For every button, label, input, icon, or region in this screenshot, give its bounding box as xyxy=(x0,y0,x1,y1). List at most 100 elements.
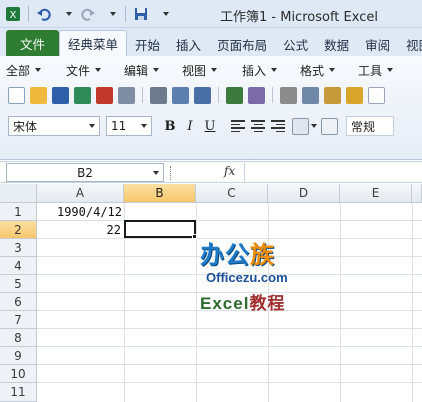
watermark-logo: 办公族 xyxy=(200,242,310,268)
svg-text:X: X xyxy=(10,10,17,21)
column-header-e[interactable]: E xyxy=(340,184,412,203)
cut-icon[interactable] xyxy=(280,86,297,104)
column-header-d[interactable]: D xyxy=(268,184,340,203)
classic-menu-bar: 全部 文件 编辑 视图 插入 格式 工具 xyxy=(6,60,408,80)
customize-qat-icon[interactable] xyxy=(154,5,172,23)
wrap-text-icon[interactable] xyxy=(321,117,338,135)
chevron-down-icon xyxy=(387,68,394,72)
tab-data[interactable]: 数据 xyxy=(316,32,357,56)
chevron-down-icon xyxy=(153,68,160,72)
window-title: 工作簿1 - Microsoft Excel xyxy=(220,10,378,25)
save-as-excel-icon[interactable] xyxy=(74,86,91,104)
separator xyxy=(28,6,29,22)
more-icon[interactable] xyxy=(368,86,385,104)
save-icon[interactable] xyxy=(52,86,69,104)
menu-all[interactable]: 全部 xyxy=(6,62,66,79)
cell-a2[interactable]: 22 xyxy=(40,221,121,239)
formula-bar: B2 fx xyxy=(0,161,422,183)
tab-page-layout[interactable]: 页面布局 xyxy=(209,32,275,56)
column-header-a[interactable]: A xyxy=(37,184,124,203)
print-preview-icon[interactable] xyxy=(172,86,189,104)
menu-edit[interactable]: 编辑 xyxy=(124,62,182,79)
menu-insert[interactable]: 插入 xyxy=(242,62,300,79)
undo-dropdown-icon[interactable] xyxy=(57,5,75,23)
active-cell-b2[interactable] xyxy=(124,220,196,238)
align-left-icon[interactable] xyxy=(228,116,248,136)
separator xyxy=(218,87,219,103)
row-header-4[interactable]: 4 xyxy=(0,257,37,275)
tab-formulas[interactable]: 公式 xyxy=(275,32,316,56)
menu-format[interactable]: 格式 xyxy=(300,62,358,79)
align-right-icon[interactable] xyxy=(268,116,288,136)
row-header-6[interactable]: 6 xyxy=(0,293,37,311)
column-header-c[interactable]: C xyxy=(196,184,268,203)
font-size-select[interactable]: 11 xyxy=(106,116,152,136)
menu-tools-label: 工具 xyxy=(358,63,383,78)
select-all-corner[interactable] xyxy=(0,184,37,203)
row-header-3[interactable]: 3 xyxy=(0,239,37,257)
align-center-icon[interactable] xyxy=(248,116,268,136)
row-header-10[interactable]: 10 xyxy=(0,365,37,383)
tab-home[interactable]: 开始 xyxy=(127,32,168,56)
tab-classic-menu[interactable]: 经典菜单 xyxy=(59,30,128,56)
tab-insert[interactable]: 插入 xyxy=(168,32,209,56)
tab-review[interactable]: 审阅 xyxy=(357,32,398,56)
row-header-1[interactable]: 1 xyxy=(0,203,37,221)
excel-app-icon[interactable]: X xyxy=(4,5,22,23)
copy-icon[interactable] xyxy=(302,86,319,104)
thesaurus-icon[interactable] xyxy=(248,86,265,104)
format-painter-icon[interactable] xyxy=(346,86,363,104)
tab-file[interactable]: 文件 xyxy=(6,30,60,56)
row-header-11[interactable]: 11 xyxy=(0,383,37,402)
separator xyxy=(272,87,273,103)
fill-handle[interactable] xyxy=(192,234,197,239)
italic-button[interactable]: I xyxy=(180,116,200,136)
save-as-pdf-icon[interactable] xyxy=(96,86,113,104)
row-header-2[interactable]: 2 xyxy=(0,221,37,239)
insert-function-icon[interactable]: fx xyxy=(224,164,235,178)
permission-icon[interactable] xyxy=(118,86,135,104)
save-icon[interactable] xyxy=(132,5,150,23)
print-icon[interactable] xyxy=(150,86,167,104)
name-box-value: B2 xyxy=(77,165,93,180)
menu-file[interactable]: 文件 xyxy=(66,62,124,79)
font-size-value: 11 xyxy=(111,119,127,133)
watermark-excel-tutorial: Excel教程 xyxy=(200,289,310,314)
chevron-down-icon xyxy=(271,68,278,72)
chevron-down-icon xyxy=(35,68,42,72)
bold-button[interactable]: B xyxy=(160,116,180,136)
column-header-f[interactable] xyxy=(412,184,422,203)
font-name-select[interactable]: 宋体 xyxy=(8,116,100,136)
gridline xyxy=(412,203,413,402)
tab-view[interactable]: 视图 xyxy=(398,32,422,56)
column-header-b[interactable]: B xyxy=(124,184,196,203)
redo-dropdown-icon[interactable] xyxy=(101,5,119,23)
name-box[interactable]: B2 xyxy=(6,163,164,182)
spelling-icon[interactable] xyxy=(226,86,243,104)
row-header-7[interactable]: 7 xyxy=(0,311,37,329)
research-icon[interactable] xyxy=(194,86,211,104)
chevron-down-icon xyxy=(153,171,159,175)
cell-a1[interactable]: 1990/4/12 xyxy=(40,203,122,221)
standard-toolbar xyxy=(8,84,385,106)
paste-icon[interactable] xyxy=(324,86,341,104)
menu-file-label: 文件 xyxy=(66,63,91,78)
open-folder-icon[interactable] xyxy=(30,86,47,104)
undo-icon[interactable] xyxy=(35,5,53,23)
menu-tools[interactable]: 工具 xyxy=(358,62,408,79)
formula-input[interactable] xyxy=(244,163,420,182)
number-format-select[interactable]: 常规 xyxy=(346,116,394,136)
menu-insert-label: 插入 xyxy=(242,63,267,78)
menu-view[interactable]: 视图 xyxy=(182,62,242,79)
merge-center-icon[interactable] xyxy=(292,117,309,135)
row-header-5[interactable]: 5 xyxy=(0,275,37,293)
formula-bar-grip[interactable] xyxy=(170,166,173,180)
row-header-9[interactable]: 9 xyxy=(0,347,37,365)
new-document-icon[interactable] xyxy=(8,86,25,104)
chevron-down-icon[interactable] xyxy=(311,124,317,128)
redo-icon[interactable] xyxy=(79,5,97,23)
underline-button[interactable]: U xyxy=(200,116,220,136)
watermark-site: Officezu.com xyxy=(206,270,288,285)
ribbon-tabs: 文件 经典菜单 开始 插入 页面布局 公式 数据 审阅 视图 xyxy=(0,28,422,56)
row-header-8[interactable]: 8 xyxy=(0,329,37,347)
